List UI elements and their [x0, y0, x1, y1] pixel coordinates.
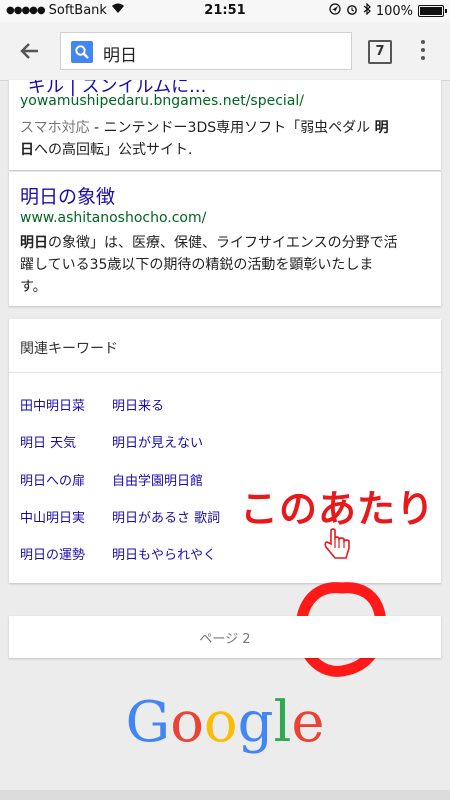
tab-switcher-button[interactable]: 7	[368, 40, 392, 64]
logo-letter: o	[203, 690, 238, 755]
result-url: www.ashitanoshocho.com/	[20, 210, 207, 226]
logo-letter: o	[170, 690, 204, 755]
logo-letter: e	[291, 690, 325, 755]
back-arrow-icon[interactable]	[18, 39, 44, 65]
logo-letter: g	[237, 690, 274, 755]
snippet-text: ニンテンドー3DS専用ソフト「弱虫ペダル	[103, 120, 375, 136]
pointing-hand-icon	[322, 528, 352, 566]
result-title[interactable]: 明日の象徴	[20, 182, 115, 209]
related-keyword-link[interactable]: 明日 天気	[20, 432, 76, 451]
overflow-menu-icon[interactable]	[421, 40, 427, 64]
related-keyword-link[interactable]: 中山明日実	[20, 507, 85, 526]
result-snippet: スマホ対応 - ニンテンドー3DS専用ソフト「弱虫ペダル 明日への高回転」公式サ…	[20, 117, 435, 161]
bluetooth-icon	[363, 2, 371, 19]
status-bar: ●●●●● SoftBank 21:51 100%	[0, 0, 450, 22]
bottom-divider	[0, 790, 450, 800]
google-logo: Google	[0, 690, 450, 755]
related-heading: 関連キーワード	[20, 341, 118, 357]
related-keyword-link[interactable]: 明日があるさ 歌詞	[112, 507, 220, 526]
search-query: 明日	[103, 46, 137, 66]
related-keyword-link[interactable]: 明日の運勢	[20, 544, 85, 563]
next-page-button[interactable]: ページ 2	[9, 616, 441, 658]
snippet-bold: 明日	[20, 235, 48, 251]
logo-letter: l	[273, 690, 292, 755]
search-result-card: 明日の象徴 www.ashitanoshocho.com/ 明日の象徴」は、医療…	[9, 171, 441, 306]
search-input[interactable]: 明日	[60, 32, 352, 70]
snippet-text: の象徴」は、医療、保健、ライフサイエンスの分野で活	[48, 235, 398, 251]
logo-letter: G	[125, 690, 171, 755]
snippet-text: への高回転」公式サイト.	[34, 142, 193, 158]
snippet-bold: 日	[20, 142, 34, 158]
battery-icon	[418, 5, 447, 17]
related-keyword-link[interactable]: 明日もやられやく	[112, 544, 216, 563]
related-keyword-link[interactable]: 明日が見えない	[112, 432, 203, 451]
related-keyword-link[interactable]: 明日来る	[112, 395, 164, 414]
annotation-text: このあたり	[240, 487, 436, 531]
related-keyword-link[interactable]: 自由学園明日館	[112, 470, 203, 489]
location-icon	[329, 3, 341, 19]
snippet-bold: 明	[374, 120, 389, 136]
status-right: 100%	[329, 2, 447, 19]
divider	[9, 372, 441, 373]
snippet-prefix: スマホ対応	[20, 120, 90, 136]
related-keywords-card: 関連キーワード 田中明日菜 明日来る 明日 天気 明日が見えない 明日への扉 自…	[9, 319, 441, 583]
result-url: yowamushipedaru.bngames.net/special/	[20, 93, 304, 109]
related-keyword-link[interactable]: 明日への扉	[20, 470, 85, 489]
page-label: ページ 2	[199, 632, 251, 647]
related-keyword-link[interactable]: 田中明日菜	[20, 395, 85, 414]
snippet-text: す。	[20, 279, 47, 295]
browser-toolbar: 明日 7	[0, 22, 450, 81]
search-icon	[71, 41, 93, 63]
battery-percent: 100%	[375, 3, 413, 19]
alarm-icon	[346, 3, 358, 19]
snippet-text: 躍している35歳以下の期待の精鋭の活動を顕彰いたしま	[20, 257, 374, 273]
snippet-sep: -	[89, 120, 104, 136]
search-result-card: ギル | スンイルムに... yowamushipedaru.bngames.n…	[9, 80, 441, 170]
result-snippet: 明日の象徴」は、医療、保健、ライフサイエンスの分野で活 躍している35歳以下の期…	[20, 232, 440, 298]
